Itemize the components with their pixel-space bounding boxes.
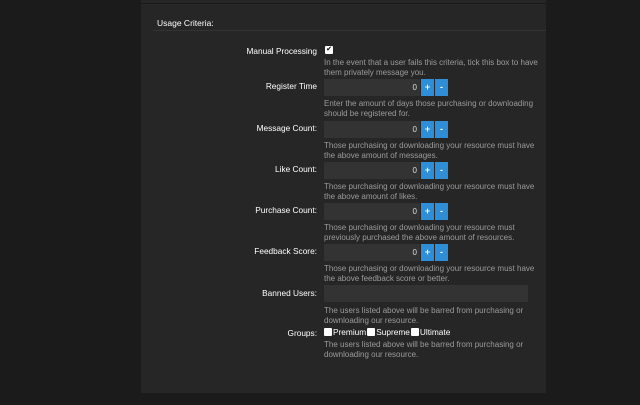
supreme-checkbox[interactable] [367, 328, 376, 336]
banned-users-label: Banned Users: [262, 288, 317, 298]
feedback-score-input[interactable]: 0 [324, 244, 420, 261]
feedback-score-minus-button[interactable]: - [435, 244, 448, 261]
register-time-stepper: 0 + - [324, 79, 448, 96]
top-divider [141, 3, 546, 4]
group-option-ultimate[interactable]: Ultimate [410, 327, 451, 337]
register-time-label: Register Time [265, 81, 317, 91]
like-count-hint: Those purchasing or downloading your res… [324, 182, 535, 202]
register-time-plus-button[interactable]: + [421, 79, 434, 96]
purchase-count-minus-button[interactable]: - [435, 203, 448, 220]
purchase-count-label: Purchase Count: [255, 205, 317, 215]
register-time-minus-button[interactable]: - [435, 79, 448, 96]
manual-processing-label: Manual Processing [246, 46, 317, 56]
like-count-plus-button[interactable]: + [421, 162, 434, 179]
like-count-minus-button[interactable]: - [435, 162, 448, 179]
groups-label: Groups: [287, 328, 317, 338]
purchase-count-stepper: 0 + - [324, 203, 448, 220]
purchase-count-plus-button[interactable]: + [421, 203, 434, 220]
usage-criteria-panel: Usage Criteria: Manual Processing ✔ In t… [141, 0, 546, 393]
ultimate-label: Ultimate [419, 327, 451, 337]
banned-users-input[interactable] [324, 285, 528, 302]
groups-options: Premium Supreme Ultimate [324, 327, 451, 337]
purchase-count-hint: Those purchasing or downloading your res… [324, 223, 515, 243]
like-count-input[interactable]: 0 [324, 162, 420, 179]
register-time-input[interactable]: 0 [324, 79, 420, 96]
premium-checkbox[interactable] [324, 328, 332, 336]
message-count-stepper: 0 + - [324, 121, 448, 138]
group-option-supreme[interactable]: Supreme [367, 327, 410, 337]
manual-processing-hint: In the event that a user fails this crit… [324, 58, 538, 78]
feedback-score-label: Feedback Score: [254, 246, 317, 256]
banned-users-hint: The users listed above will be barred fr… [324, 306, 524, 326]
like-count-stepper: 0 + - [324, 162, 448, 179]
ultimate-checkbox[interactable] [410, 328, 419, 336]
manual-processing-checkbox[interactable]: ✔ [325, 46, 333, 54]
message-count-input[interactable]: 0 [324, 121, 420, 138]
section-title: Usage Criteria: [157, 18, 214, 28]
register-time-hint: Enter the amount of days those purchasin… [324, 99, 534, 119]
purchase-count-input[interactable]: 0 [324, 203, 420, 220]
feedback-score-hint: Those purchasing or downloading your res… [324, 264, 535, 284]
message-count-label: Message Count: [256, 123, 317, 133]
groups-hint: The users listed above will be barred fr… [324, 340, 524, 360]
feedback-score-stepper: 0 + - [324, 244, 448, 261]
premium-label: Premium [333, 327, 367, 337]
like-count-label: Like Count: [275, 164, 317, 174]
check-icon: ✔ [326, 46, 332, 53]
message-count-minus-button[interactable]: - [435, 121, 448, 138]
supreme-label: Supreme [376, 327, 410, 337]
group-option-premium[interactable]: Premium [324, 327, 366, 337]
section-divider [153, 30, 546, 31]
message-count-plus-button[interactable]: + [421, 121, 434, 138]
message-count-hint: Those purchasing or downloading your res… [324, 141, 535, 161]
feedback-score-plus-button[interactable]: + [421, 244, 434, 261]
